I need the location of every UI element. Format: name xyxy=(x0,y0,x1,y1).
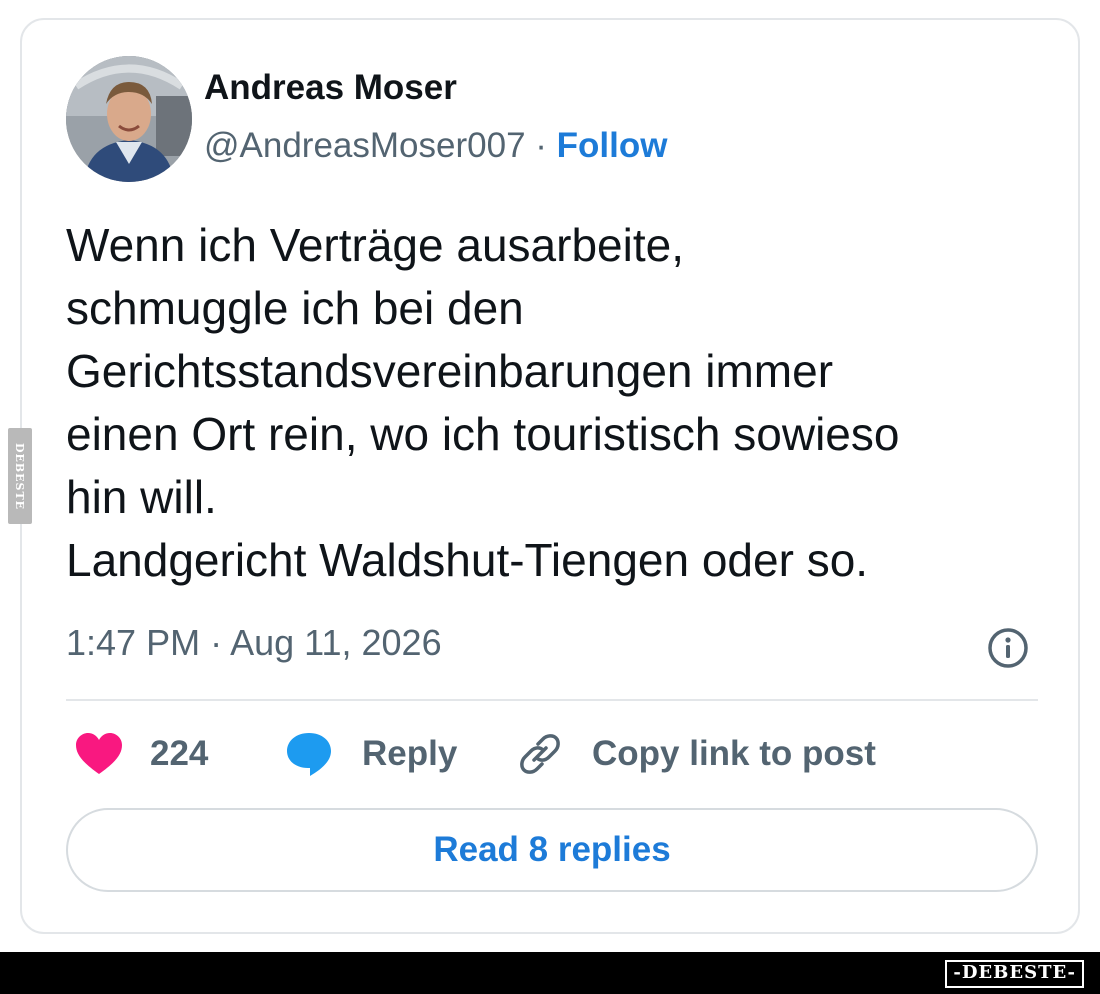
tweet-line: hin will. xyxy=(66,471,217,523)
author-name[interactable]: Andreas Moser xyxy=(204,68,457,108)
watermark-badge: -DEBESTE- xyxy=(945,960,1084,988)
reply-button[interactable]: Reply xyxy=(284,728,457,780)
like-button[interactable]: 224 xyxy=(74,728,208,780)
info-circle-icon[interactable] xyxy=(986,626,1030,670)
copy-link-button[interactable]: Copy link to post xyxy=(516,728,876,780)
copy-link-label: Copy link to post xyxy=(592,734,876,773)
side-watermark: DEBESTE xyxy=(8,428,32,524)
tweet-line: schmuggle ich bei den xyxy=(66,282,524,334)
tweet-card: Andreas Moser @AndreasMoser007 · Follow … xyxy=(20,18,1080,934)
follow-button[interactable]: Follow xyxy=(557,126,668,165)
read-replies-button[interactable]: Read 8 replies xyxy=(66,808,1038,892)
handle-separator: · xyxy=(535,126,547,165)
divider xyxy=(66,699,1038,701)
author-handle-row: @AndreasMoser007 · Follow xyxy=(204,126,667,166)
author-handle[interactable]: @AndreasMoser007 xyxy=(204,126,526,165)
avatar[interactable] xyxy=(66,56,192,182)
tweet-line: Landgericht Waldshut-Tiengen oder so. xyxy=(66,534,869,586)
tweet-line: einen Ort rein, wo ich touristisch sowie… xyxy=(66,408,900,460)
tweet-line: Wenn ich Verträge ausarbeite, xyxy=(66,219,684,271)
like-count: 224 xyxy=(150,734,209,773)
side-watermark-text: DEBESTE xyxy=(13,442,27,510)
bottom-bar: -DEBESTE- xyxy=(0,952,1100,994)
tweet-line: Gerichtsstandsvereinbarungen immer xyxy=(66,345,834,397)
heart-icon xyxy=(74,732,124,776)
tweet-timestamp[interactable]: 1:47 PM · Aug 11, 2026 xyxy=(66,622,442,664)
avatar-photo xyxy=(66,56,192,182)
tweet-text: Wenn ich Verträge ausarbeite, schmuggle … xyxy=(66,214,1056,592)
link-icon xyxy=(516,730,564,778)
speech-bubble-icon xyxy=(284,730,334,778)
reply-label: Reply xyxy=(362,734,458,773)
